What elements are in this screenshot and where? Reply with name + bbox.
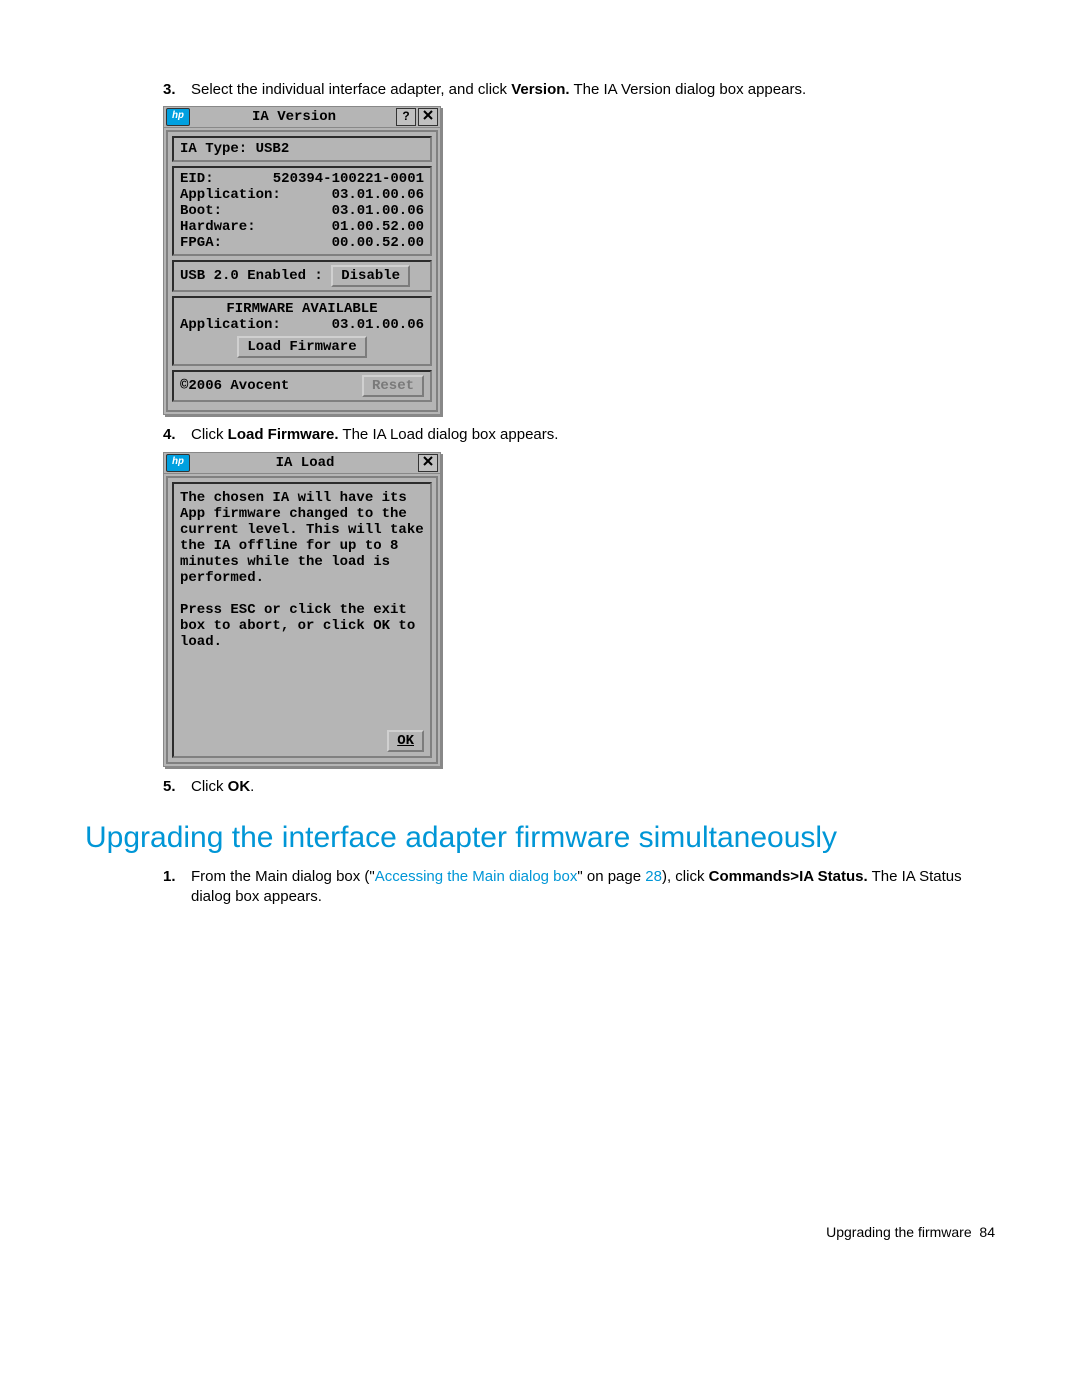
eid-value: 520394-100221-0001 (273, 171, 424, 187)
bold-term: OK (228, 778, 251, 795)
step-number: 5. (163, 777, 191, 797)
close-button[interactable] (418, 454, 438, 472)
boot-value: 03.01.00.06 (332, 203, 424, 219)
hw-value: 01.00.52.00 (332, 219, 424, 235)
ia-type-panel: IA Type: USB2 (172, 136, 432, 162)
hw-label: Hardware: (180, 219, 256, 235)
help-button[interactable]: ? (396, 108, 416, 126)
titlebar: hp IA Load (164, 453, 440, 474)
dialog-title: IA Load (192, 455, 418, 471)
step-number: 3. (163, 80, 191, 100)
version-info-panel: EID: 520394-100221-0001 Application: 03.01… (172, 166, 432, 256)
titlebar: hp IA Version ? (164, 107, 440, 128)
load-firmware-button[interactable]: Load Firmware (237, 336, 366, 358)
dialog-body: The chosen IA will have its App firmware… (166, 476, 438, 764)
sim-step-1: 1. From the Main dialog box ("Accessing … (163, 867, 995, 908)
page-footer: Upgrading the firmware 84 (826, 1224, 995, 1240)
fw-app-value: 03.01.00.06 (332, 317, 424, 333)
text: The IA Version dialog box appears. (570, 81, 807, 98)
footer-text: Upgrading the firmware (826, 1224, 972, 1240)
value: USB2 (256, 141, 290, 157)
close-button[interactable] (418, 108, 438, 126)
text: Click (191, 426, 228, 443)
dialog-title: IA Version (192, 109, 396, 125)
fw-available-heading: FIRMWARE AVAILABLE (180, 301, 424, 317)
step-3: 3. Select the individual interface adapt… (163, 80, 995, 100)
text: ), click (662, 868, 709, 885)
disable-button[interactable]: Disable (331, 265, 410, 287)
usb-panel: USB 2.0 Enabled : Disable (172, 260, 432, 292)
message-text: The chosen IA will have its App firmware… (180, 490, 424, 650)
bold-term: Load Firmware. (228, 426, 339, 443)
firmware-available-panel: FIRMWARE AVAILABLE Application: 03.01.00.… (172, 296, 432, 366)
hp-logo-icon: hp (166, 454, 190, 472)
dialog-body: IA Type: USB2 EID: 520394-100221-0001 App… (166, 130, 438, 412)
cross-ref-link[interactable]: Accessing the Main dialog box (375, 868, 578, 885)
step-4: 4. Click Load Firmware. The IA Load dial… (163, 425, 995, 445)
section-heading: Upgrading the interface adapter firmware… (85, 821, 995, 855)
label: IA Type: (180, 141, 247, 157)
step-text: From the Main dialog box ("Accessing the… (191, 867, 995, 908)
text: Select the individual interface adapter,… (191, 81, 511, 98)
reset-button: Reset (362, 375, 424, 397)
ia-load-dialog: hp IA Load The chosen IA will have its A… (163, 452, 441, 767)
page-ref-link[interactable]: 28 (645, 868, 662, 885)
usb-label: USB 2.0 Enabled : (180, 268, 323, 284)
step-text: Select the individual interface adapter,… (191, 80, 995, 100)
step-text: Click OK. (191, 777, 995, 797)
ia-version-dialog: hp IA Version ? IA Type: USB2 EID: 520394… (163, 106, 441, 415)
page-number: 84 (979, 1224, 995, 1240)
fw-app-label: Application: (180, 317, 281, 333)
text: The IA Load dialog box appears. (339, 426, 559, 443)
hp-logo-icon: hp (166, 108, 190, 126)
text: . (250, 778, 254, 795)
step-number: 1. (163, 867, 191, 908)
copyright: ©2006 Avocent (180, 378, 289, 394)
app-value: 03.01.00.06 (332, 187, 424, 203)
step-text: Click Load Firmware. The IA Load dialog … (191, 425, 995, 445)
app-label: Application: (180, 187, 281, 203)
ok-button[interactable]: OK (387, 730, 424, 752)
fpga-label: FPGA: (180, 235, 222, 251)
footer-panel: ©2006 Avocent Reset (172, 370, 432, 402)
eid-label: EID: (180, 171, 214, 187)
step-5: 5. Click OK. (163, 777, 995, 797)
fpga-value: 00.00.52.00 (332, 235, 424, 251)
bold-term: Commands>IA Status. (709, 868, 868, 885)
message-panel: The chosen IA will have its App firmware… (172, 482, 432, 758)
step-number: 4. (163, 425, 191, 445)
text: Click (191, 778, 228, 795)
text: " on page (577, 868, 645, 885)
boot-label: Boot: (180, 203, 222, 219)
text: From the Main dialog box (" (191, 868, 375, 885)
bold-term: Version. (511, 81, 569, 98)
